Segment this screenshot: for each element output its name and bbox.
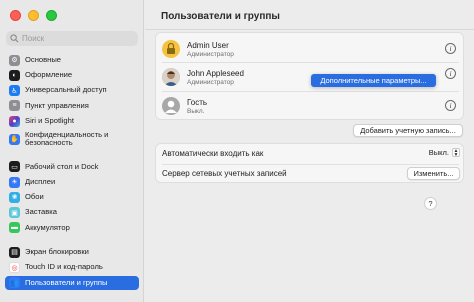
- guest-avatar-icon: [165, 100, 177, 113]
- network-server-row: Сервер сетевых учетных записей Изменить.…: [156, 164, 465, 184]
- avatar: [162, 68, 180, 86]
- minimize-window-button[interactable]: [28, 10, 39, 21]
- advanced-options-menu-item[interactable]: Дополнительные параметры...: [311, 74, 436, 87]
- sidebar-item-label: Конфиденциальность и безопасность: [25, 129, 109, 148]
- login-settings: Автоматически входить как Выкл. ▲ ▼ Серве…: [155, 143, 464, 183]
- auto-login-label: Автоматически входить как: [162, 149, 264, 158]
- dock-icon: ▭: [9, 161, 20, 173]
- siri-icon: ●: [9, 115, 20, 127]
- sidebar-item-displays[interactable]: ☀ Дисплеи: [5, 175, 139, 189]
- user-row-admin[interactable]: Admin User Администратор i: [156, 35, 465, 63]
- sidebar-item-label: Экран блокировки: [25, 247, 89, 257]
- avatar: [162, 40, 180, 58]
- info-button[interactable]: i: [445, 68, 456, 79]
- sidebar-item-label: Дисплеи: [25, 176, 56, 186]
- gear-icon: ⚙: [9, 54, 20, 66]
- user-name: Гость: [187, 98, 208, 107]
- screensaver-icon: ▣: [9, 207, 20, 219]
- sidebar-item-desktop-dock[interactable]: ▭ Рабочий стол и Dock: [5, 160, 139, 174]
- zoom-window-button[interactable]: [46, 10, 57, 21]
- page-title: Пользователи и группы: [161, 11, 280, 22]
- user-role: Администратор: [187, 79, 234, 86]
- wallpaper-icon: ❀: [9, 191, 20, 203]
- chevron-updown-icon: ▲ ▼: [452, 147, 460, 158]
- auto-login-row: Автоматически входить как Выкл. ▲ ▼: [156, 144, 465, 164]
- sidebar: ⚙ Основные ◐ Оформление ♿ Универсальный …: [0, 0, 144, 302]
- sidebar-item-label: Рабочий стол и Dock: [25, 161, 99, 171]
- display-icon: ☀: [9, 176, 20, 188]
- close-window-button[interactable]: [10, 10, 21, 21]
- hand-icon: ✋: [9, 133, 20, 145]
- change-button[interactable]: Изменить...: [407, 167, 460, 180]
- search-input[interactable]: [22, 34, 132, 43]
- auto-login-value: Выкл.: [428, 148, 449, 157]
- user-role: Администратор: [187, 51, 234, 58]
- info-button[interactable]: i: [445, 100, 456, 111]
- sidebar-item-screensaver[interactable]: ▣ Заставка: [5, 206, 139, 220]
- sidebar-item-label: Аккумулятор: [25, 222, 70, 232]
- fingerprint-icon: ◎: [9, 262, 20, 274]
- user-row-guest[interactable]: Гость Выкл. i: [156, 92, 465, 120]
- sidebar-item-wallpaper[interactable]: ❀ Обои: [5, 190, 139, 204]
- sidebar-item-control-center[interactable]: ≡ Пункт управления: [5, 99, 139, 113]
- users-icon: 👥: [9, 277, 20, 289]
- sidebar-item-label: Siri и Spotlight: [25, 115, 74, 125]
- sidebar-nav: ⚙ Основные ◐ Оформление ♿ Универсальный …: [5, 53, 139, 291]
- sidebar-item-label: Пользователи и группы: [25, 277, 108, 287]
- info-button[interactable]: i: [445, 43, 456, 54]
- network-server-label: Сервер сетевых учетных записей: [162, 169, 287, 178]
- search-field[interactable]: [6, 31, 138, 46]
- accessibility-icon: ♿: [9, 85, 20, 97]
- sidebar-item-label: Основные: [25, 54, 62, 64]
- appearance-icon: ◐: [9, 69, 20, 81]
- sidebar-item-label: Пункт управления: [25, 100, 89, 110]
- add-account-button[interactable]: Добавить учетную запись...: [353, 124, 463, 137]
- avatar: [162, 97, 180, 115]
- sidebar-item-privacy[interactable]: ✋ Конфиденциальность и безопасность: [5, 129, 139, 149]
- sidebar-item-touch-id[interactable]: ◎ Touch ID и код-пароль: [5, 261, 139, 275]
- user-role: Выкл.: [187, 108, 205, 115]
- sidebar-item-appearance[interactable]: ◐ Оформление: [5, 68, 139, 82]
- sidebar-item-label: Заставка: [25, 207, 57, 217]
- window-controls: [10, 10, 57, 21]
- sidebar-item-label: Универсальный доступ: [25, 85, 107, 95]
- info-icon: i: [449, 44, 452, 53]
- sidebar-item-label: Обои: [25, 192, 44, 202]
- sidebar-item-users-groups[interactable]: 👥 Пользователи и группы: [5, 275, 139, 290]
- sidebar-item-label: Оформление: [25, 70, 73, 80]
- help-button[interactable]: ?: [424, 197, 437, 210]
- user-name: John Appleseed: [187, 69, 244, 78]
- sidebar-item-battery[interactable]: ▬ Аккумулятор: [5, 221, 139, 235]
- lock-avatar-icon: [167, 42, 175, 54]
- header-divider: [145, 29, 474, 30]
- auto-login-select[interactable]: Выкл. ▲ ▼: [429, 148, 460, 157]
- user-photo-icon: [162, 68, 180, 86]
- sidebar-item-lock-screen[interactable]: ▤ Экран блокировки: [5, 245, 139, 259]
- main-pane: Пользователи и группы Admin User Админис…: [145, 0, 474, 302]
- sidebar-item-label: Touch ID и код-пароль: [25, 262, 103, 272]
- settings-window: ⚙ Основные ◐ Оформление ♿ Универсальный …: [0, 0, 474, 302]
- info-icon: i: [449, 101, 452, 110]
- user-name: Admin User: [187, 41, 229, 50]
- lock-screen-icon: ▤: [9, 246, 20, 258]
- sidebar-item-accessibility[interactable]: ♿ Универсальный доступ: [5, 84, 139, 98]
- sidebar-item-general[interactable]: ⚙ Основные: [5, 53, 139, 67]
- info-icon: i: [449, 69, 452, 78]
- sidebar-item-siri[interactable]: ● Siri и Spotlight: [5, 114, 139, 128]
- control-center-icon: ≡: [9, 100, 20, 112]
- search-icon: [10, 34, 19, 43]
- battery-icon: ▬: [9, 222, 20, 234]
